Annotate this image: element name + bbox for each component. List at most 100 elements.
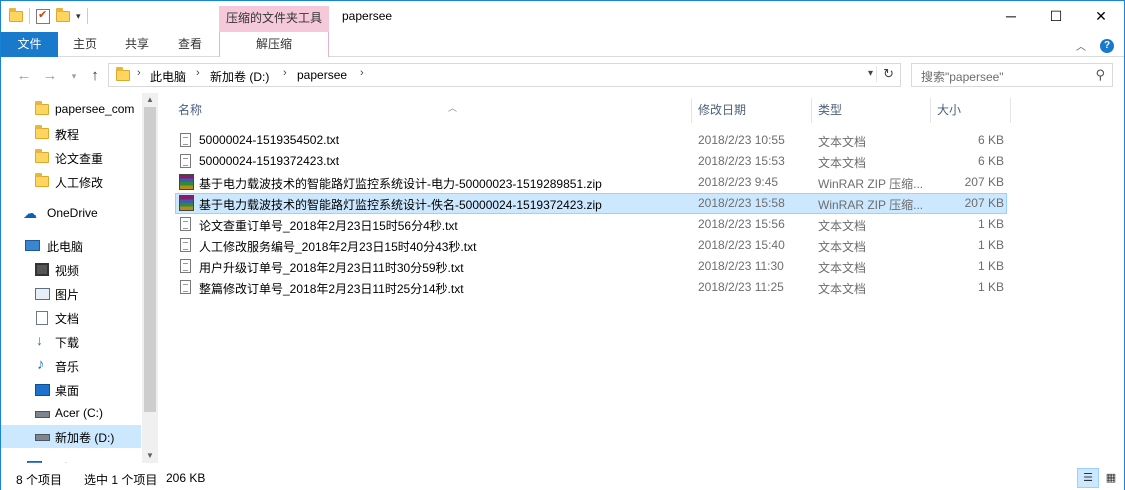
maximize-button[interactable]: ☐ bbox=[1033, 1, 1079, 31]
help-icon[interactable]: ? bbox=[1100, 38, 1114, 53]
nav-item-label: papersee_com bbox=[55, 102, 135, 116]
scroll-thumb[interactable] bbox=[144, 107, 156, 412]
tab-home[interactable]: 主页 bbox=[68, 32, 102, 57]
file-row-selected[interactable]: 基于电力载波技术的智能路灯监控系统设计-佚名-50000024-15193724… bbox=[175, 193, 1007, 214]
search-box[interactable]: 搜索"papersee" ⚲ bbox=[911, 63, 1113, 87]
network-icon bbox=[27, 461, 42, 463]
file-name: 50000024-1519354502.txt bbox=[199, 133, 340, 147]
file-row[interactable]: 整篇修改订单号_2018年2月23日11时25分14秒.txt 2018/2/2… bbox=[175, 277, 1007, 298]
file-size: 207 KB bbox=[964, 175, 1004, 189]
nav-item-onedrive[interactable]: ☁ OneDrive bbox=[1, 202, 141, 225]
folder-icon bbox=[35, 101, 49, 115]
nav-item-plagiarism-check[interactable]: 论文查重 bbox=[1, 146, 141, 169]
folder-icon bbox=[9, 7, 23, 22]
nav-item-network[interactable]: 网络 bbox=[1, 456, 141, 463]
close-button[interactable]: ✕ bbox=[1078, 1, 1124, 31]
picture-icon bbox=[35, 288, 50, 300]
file-size: 6 KB bbox=[977, 154, 1004, 168]
status-bar: 8 个项目 选中 1 个项目 206 KB ☰ ▦ bbox=[1, 465, 1124, 490]
file-row[interactable]: 论文查重订单号_2018年2月23日15时56分4秒.txt 2018/2/23… bbox=[175, 214, 1007, 235]
column-label: 名称 bbox=[178, 103, 203, 117]
file-row[interactable]: 用户升级订单号_2018年2月23日11时30分59秒.txt 2018/2/2… bbox=[175, 256, 1007, 277]
address-dropdown-icon[interactable]: ▾ bbox=[868, 68, 873, 79]
customize-toolbar-icon[interactable]: ▾ bbox=[76, 11, 81, 22]
breadcrumb-separator[interactable]: › bbox=[360, 67, 364, 79]
context-tab-group: 压缩的文件夹工具 bbox=[219, 6, 329, 32]
nav-item-tutorial[interactable]: 教程 bbox=[1, 122, 141, 145]
minimize-button[interactable]: ─ bbox=[988, 1, 1034, 31]
refresh-icon[interactable]: ↻ bbox=[876, 66, 894, 82]
nav-item-drive-c[interactable]: Acer (C:) bbox=[1, 402, 141, 425]
file-type: 文本文档 bbox=[818, 261, 867, 275]
breadcrumb-drive-d[interactable]: 新加卷 (D:) bbox=[210, 68, 269, 85]
tab-extract[interactable]: 解压缩 bbox=[219, 32, 329, 57]
nav-scrollbar[interactable]: ▲ ▼ bbox=[142, 93, 158, 463]
forward-arrow-icon[interactable]: → bbox=[41, 67, 59, 85]
breadcrumb-papersee[interactable]: papersee bbox=[297, 68, 347, 82]
nav-item-documents[interactable]: 文档 bbox=[1, 306, 141, 329]
file-name: 基于电力载波技术的智能路灯监控系统设计-电力-50000023-15192898… bbox=[199, 177, 602, 191]
breadcrumb-separator[interactable]: › bbox=[196, 67, 200, 79]
text-file-icon bbox=[180, 217, 191, 231]
address-row: ← → ▾ ↑ › 此电脑 › 新加卷 (D:) › papersee › ▾ … bbox=[1, 58, 1124, 93]
new-folder-icon[interactable] bbox=[56, 7, 70, 22]
column-header-size[interactable]: 大小 bbox=[937, 98, 1009, 123]
tab-file[interactable]: 文件 bbox=[1, 32, 58, 57]
nav-item-this-pc[interactable]: 此电脑 bbox=[1, 234, 141, 257]
recent-locations-icon[interactable]: ▾ bbox=[65, 67, 83, 85]
file-row[interactable]: 人工修改服务编号_2018年2月23日15时40分43秒.txt 2018/2/… bbox=[175, 235, 1007, 256]
nav-item-downloads[interactable]: ↓ 下载 bbox=[1, 330, 141, 353]
folder-icon bbox=[116, 67, 130, 81]
selection-count: 选中 1 个项目 bbox=[84, 473, 158, 487]
column-divider[interactable] bbox=[811, 98, 812, 123]
zip-archive-icon bbox=[179, 174, 194, 190]
text-file-icon bbox=[180, 280, 191, 294]
large-icons-view-icon[interactable]: ▦ bbox=[1100, 468, 1122, 488]
tab-share[interactable]: 共享 bbox=[120, 32, 154, 57]
file-name: 整篇修改订单号_2018年2月23日11时25分14秒.txt bbox=[199, 282, 464, 296]
nav-item-pictures[interactable]: 图片 bbox=[1, 282, 141, 305]
nav-item-drive-d[interactable]: 新加卷 (D:) bbox=[1, 425, 141, 448]
breadcrumb-this-pc[interactable]: 此电脑 bbox=[150, 68, 186, 85]
file-row[interactable]: 50000024-1519354502.txt 2018/2/23 10:55 … bbox=[175, 130, 1007, 151]
column-divider[interactable] bbox=[691, 98, 692, 123]
nav-item-desktop[interactable]: 桌面 bbox=[1, 378, 141, 401]
scroll-down-icon[interactable]: ▼ bbox=[142, 449, 158, 463]
column-header-date[interactable]: 修改日期 bbox=[698, 98, 810, 123]
drive-icon bbox=[35, 434, 50, 441]
back-arrow-icon[interactable]: ← bbox=[15, 67, 33, 85]
file-type: WinRAR ZIP 压缩... bbox=[818, 198, 924, 212]
text-file-icon bbox=[180, 154, 191, 168]
column-divider[interactable] bbox=[1010, 98, 1011, 123]
address-bar[interactable]: › 此电脑 › 新加卷 (D:) › papersee › ▾ ↻ bbox=[108, 63, 901, 87]
title-bar: ▾ 压缩的文件夹工具 papersee ─ ☐ ✕ bbox=[1, 1, 1124, 32]
nav-item-manual-edit[interactable]: 人工修改 bbox=[1, 170, 141, 193]
nav-item-videos[interactable]: 视频 bbox=[1, 258, 141, 281]
file-name: 50000024-1519372423.txt bbox=[199, 154, 340, 168]
quick-access-toolbar: ▾ bbox=[9, 7, 88, 24]
nav-item-papersee-com[interactable]: papersee_com bbox=[1, 98, 141, 121]
column-header-type[interactable]: 类型 bbox=[818, 98, 930, 123]
column-divider[interactable] bbox=[930, 98, 931, 123]
file-row[interactable]: 基于电力载波技术的智能路灯监控系统设计-电力-50000023-15192898… bbox=[175, 172, 1007, 193]
properties-icon[interactable] bbox=[36, 8, 50, 24]
search-icon[interactable]: ⚲ bbox=[1095, 67, 1105, 83]
nav-item-music[interactable]: ♪ 音乐 bbox=[1, 354, 141, 377]
chevron-up-icon[interactable]: ︿ bbox=[1076, 38, 1086, 53]
text-file-icon bbox=[180, 133, 191, 147]
details-view-icon[interactable]: ☰ bbox=[1077, 468, 1099, 488]
breadcrumb-separator[interactable]: › bbox=[137, 67, 141, 79]
up-arrow-icon[interactable]: ↑ bbox=[86, 67, 104, 85]
file-size: 1 KB bbox=[977, 217, 1004, 231]
separator bbox=[29, 8, 30, 24]
tab-view[interactable]: 查看 bbox=[173, 32, 207, 57]
column-header-name[interactable]: 名称 ︿ bbox=[178, 98, 692, 123]
scroll-up-icon[interactable]: ▲ bbox=[142, 93, 158, 107]
download-icon: ↓ bbox=[36, 332, 43, 348]
file-name: 论文查重订单号_2018年2月23日15时56分4秒.txt bbox=[199, 219, 458, 233]
folder-icon bbox=[35, 149, 49, 163]
file-row[interactable]: 50000024-1519372423.txt 2018/2/23 15:53 … bbox=[175, 151, 1007, 172]
file-size: 1 KB bbox=[977, 238, 1004, 252]
search-input[interactable]: 搜索"papersee" bbox=[921, 68, 1004, 85]
breadcrumb-separator[interactable]: › bbox=[283, 67, 287, 79]
